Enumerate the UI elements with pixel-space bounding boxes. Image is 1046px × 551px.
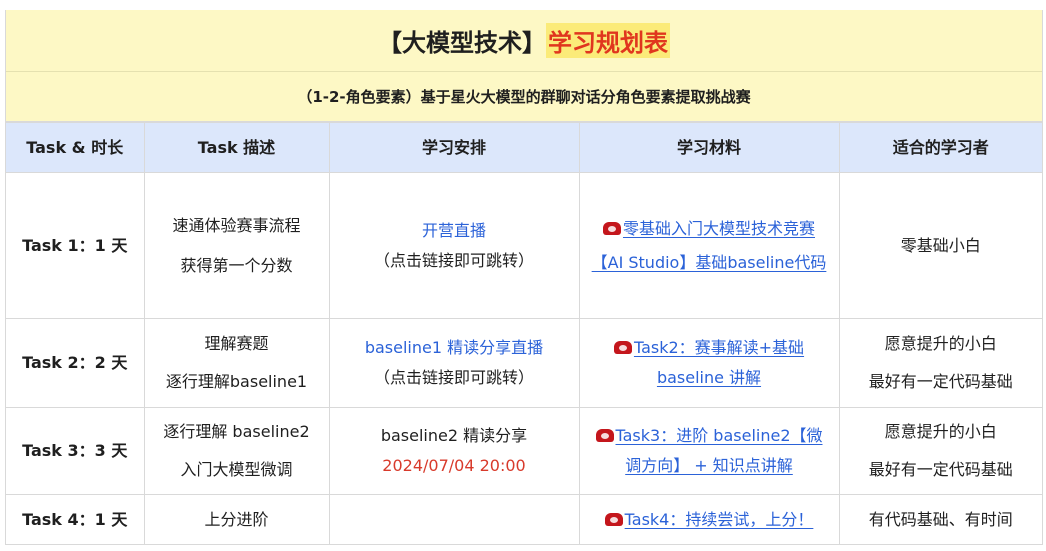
study-plan-sheet: 【大模型技术】 学习规划表 （1-2-角色要素）基于星火大模型的群聊对话分角色要素…: [5, 10, 1043, 545]
table-row: Task 3：3 天 逐行理解 baseline2 入门大模型微调 baseli…: [6, 407, 1042, 495]
audience-line: 有代码基础、有时间: [868, 509, 1013, 529]
task-cell: Task 1：1 天: [6, 172, 145, 319]
column-header-audience: 适合的学习者: [838, 122, 1042, 173]
material-link[interactable]: 【AI Studio】基础baseline代码: [592, 253, 827, 272]
audience-line: 零基础小白: [900, 235, 981, 255]
material-link[interactable]: Task3：进阶 baseline2【微调方向】 + 知识点讲解: [616, 426, 823, 475]
page-subtitle: （1-2-角色要素）基于星火大模型的群聊对话分角色要素提取挑战赛: [6, 72, 1042, 122]
desc-line: 上分进阶: [204, 509, 269, 529]
plan-note: （点击链接即可跳转）: [373, 368, 534, 387]
audience-cell: 愿意提升的小白 最好有一定代码基础: [838, 318, 1042, 408]
desc-line: 理解赛题: [204, 334, 269, 353]
desc-cell: 速通体验赛事流程 获得第一个分数: [143, 172, 330, 319]
task-cell: Task 2：2 天: [6, 318, 145, 408]
plan-table: Task & 时长 Task 描述 学习安排 学习材料 适合的学习者 Task …: [6, 122, 1042, 545]
materials-cell: 零基础入门大模型技术竞赛 【AI Studio】基础baseline代码: [578, 172, 840, 319]
plan-text: baseline2 精读分享: [380, 426, 528, 445]
table-row: Task 2：2 天 理解赛题 逐行理解baseline1 baseline1 …: [6, 318, 1042, 408]
audience-line: 愿意提升的小白: [884, 334, 997, 353]
audience-line: 最好有一定代码基础: [868, 372, 1013, 391]
title-prefix: 【大模型技术】: [378, 29, 546, 57]
table-row: Task 1：1 天 速通体验赛事流程 获得第一个分数 开营直播 （点击链接即可…: [6, 172, 1042, 319]
audience-cell: 有代码基础、有时间: [838, 494, 1042, 545]
title-highlight: 学习规划表: [546, 23, 670, 58]
column-header-materials: 学习材料: [578, 122, 840, 173]
desc-line: 获得第一个分数: [180, 255, 293, 275]
material-link[interactable]: Task2：赛事解读+基础baseline 讲解: [634, 338, 804, 387]
table-row: Task 4：1 天 上分进阶 Task4：持续尝试，上分！ 有代码基础、有时间: [6, 494, 1042, 545]
column-header-desc: Task 描述: [143, 122, 330, 173]
desc-line: 入门大模型微调: [180, 460, 293, 479]
materials-cell: Task3：进阶 baseline2【微调方向】 + 知识点讲解: [578, 407, 840, 495]
audience-line: 愿意提升的小白: [884, 422, 997, 441]
column-header-task: Task & 时长: [6, 122, 145, 173]
phone-icon: [602, 221, 621, 235]
task-cell: Task 4：1 天: [6, 494, 145, 545]
plan-cell: 开营直播 （点击链接即可跳转）: [328, 172, 580, 319]
audience-cell: 愿意提升的小白 最好有一定代码基础: [838, 407, 1042, 495]
materials-cell: Task2：赛事解读+基础baseline 讲解: [578, 318, 840, 408]
task-cell: Task 3：3 天: [6, 407, 145, 495]
desc-line: 逐行理解baseline1: [165, 372, 308, 391]
phone-icon: [613, 341, 632, 354]
materials-cell: Task4：持续尝试，上分！: [578, 494, 840, 545]
plan-link[interactable]: baseline1 精读分享直播: [336, 333, 573, 363]
material-link[interactable]: Task4：持续尝试，上分！: [625, 510, 814, 529]
audience-line: 最好有一定代码基础: [868, 460, 1013, 479]
table-header-row: Task & 时长 Task 描述 学习安排 学习材料 适合的学习者: [6, 122, 1042, 173]
phone-icon: [595, 429, 614, 442]
desc-line: 速通体验赛事流程: [172, 215, 301, 235]
desc-cell: 逐行理解 baseline2 入门大模型微调: [143, 407, 330, 495]
plan-cell: [328, 494, 580, 545]
phone-icon: [604, 512, 623, 526]
column-header-plan: 学习安排: [328, 122, 580, 173]
material-link[interactable]: 零基础入门大模型技术竞赛: [623, 219, 815, 238]
plan-note: （点击链接即可跳转）: [373, 250, 534, 270]
plan-cell: baseline2 精读分享 2024/07/04 20:00: [328, 407, 580, 495]
desc-cell: 理解赛题 逐行理解baseline1: [143, 318, 330, 408]
desc-cell: 上分进阶: [143, 494, 330, 545]
plan-link[interactable]: 开营直播: [336, 216, 573, 246]
plan-cell: baseline1 精读分享直播 （点击链接即可跳转）: [328, 318, 580, 408]
plan-date: 2024/07/04 20:00: [382, 456, 526, 475]
audience-cell: 零基础小白: [838, 172, 1042, 319]
desc-line: 逐行理解 baseline2: [163, 422, 310, 441]
page-title: 【大模型技术】 学习规划表: [6, 10, 1042, 72]
